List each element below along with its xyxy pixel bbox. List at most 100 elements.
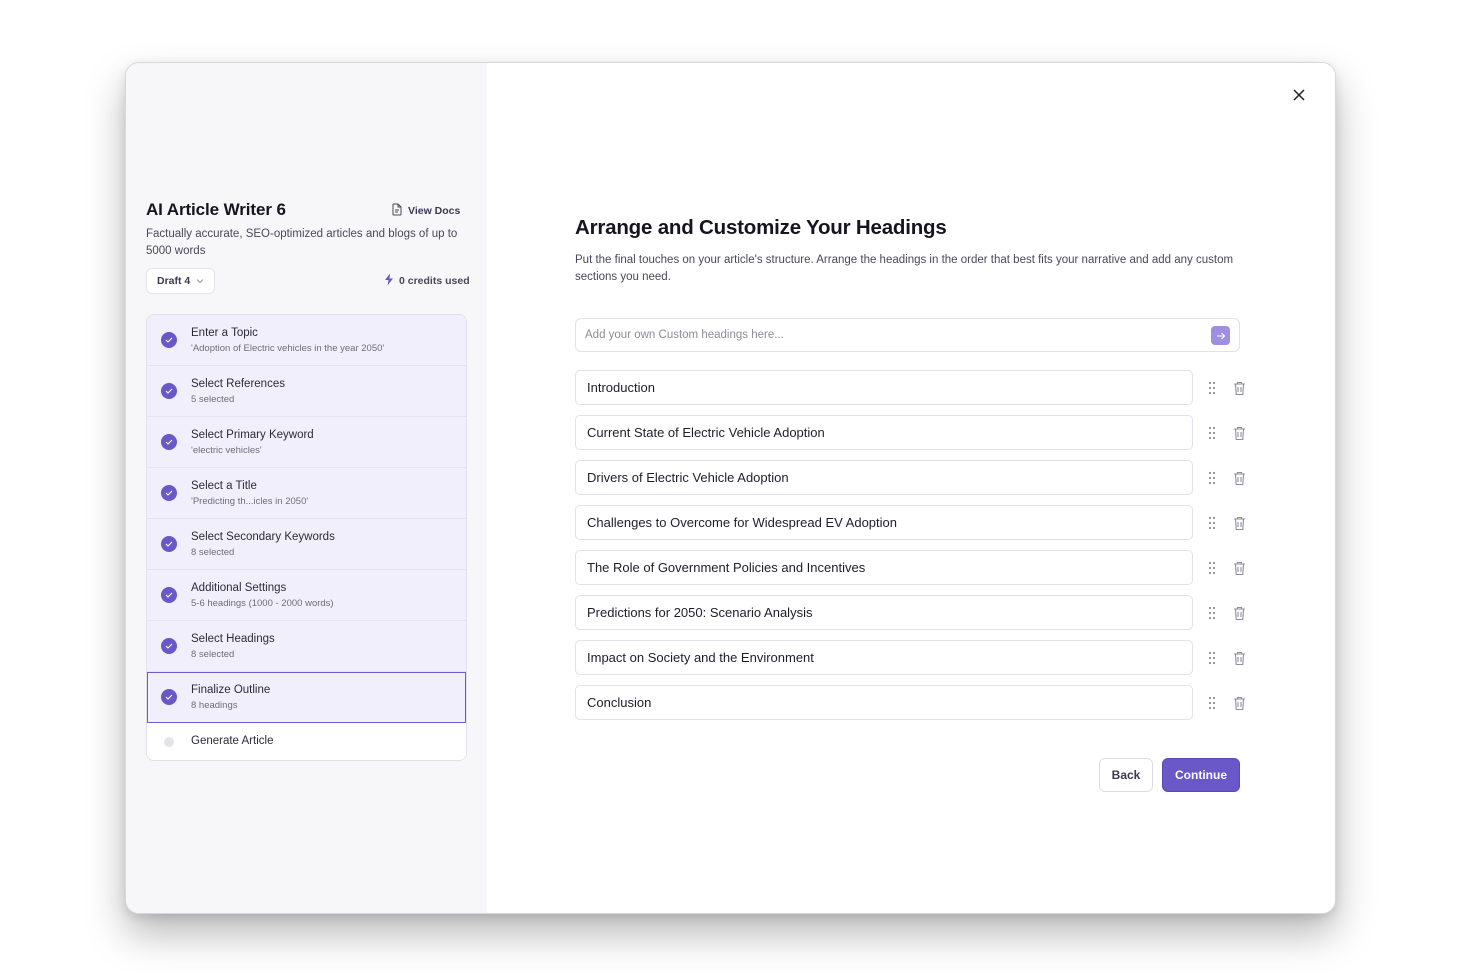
step-text: Select Secondary Keywords 8 selected <box>191 530 335 559</box>
check-icon <box>161 332 177 348</box>
heading-row: Challenges to Overcome for Widespread EV… <box>575 505 1265 550</box>
page-description: Put the final touches on your article's … <box>575 254 1234 283</box>
trash-icon[interactable] <box>1231 649 1247 667</box>
step-text: Finalize Outline 8 headings <box>191 683 270 712</box>
step-list: Enter a Topic 'Adoption of Electric vehic… <box>146 314 467 761</box>
step-item[interactable]: Generate Article <box>147 723 466 760</box>
arrow-right-icon <box>1216 327 1226 345</box>
drag-handle-icon[interactable] <box>1205 650 1219 666</box>
step-subtitle: 'electric vehicles' <box>191 445 262 456</box>
check-icon <box>161 485 177 501</box>
drag-handle-icon[interactable] <box>1205 425 1219 441</box>
step-item[interactable]: Select Headings 8 selected <box>147 621 466 672</box>
drag-handle-icon[interactable] <box>1205 560 1219 576</box>
heading-row: Impact on Society and the Environment <box>575 640 1265 685</box>
heading-field[interactable]: Drivers of Electric Vehicle Adoption <box>575 460 1193 495</box>
step-title: Select Secondary Keywords <box>191 531 335 543</box>
heading-field[interactable]: The Role of Government Policies and Ince… <box>575 550 1193 585</box>
step-subtitle: 5 selected <box>191 394 235 405</box>
credits-indicator: 0 credits used <box>384 273 470 289</box>
heading-field[interactable]: Current State of Electric Vehicle Adopti… <box>575 415 1193 450</box>
step-title: Additional Settings <box>191 582 287 594</box>
continue-button[interactable]: Continue <box>1162 758 1240 792</box>
check-icon <box>161 383 177 399</box>
step-subtitle: 8 selected <box>191 649 235 660</box>
view-docs-link[interactable]: View Docs <box>391 203 460 219</box>
check-icon <box>161 536 177 552</box>
trash-icon[interactable] <box>1231 559 1247 577</box>
sidebar-title: AI Article Writer 6 <box>146 200 286 219</box>
heading-row: Predictions for 2050: Scenario Analysis <box>575 595 1265 640</box>
page-title: Arrange and Customize Your Headings <box>575 216 947 239</box>
document-icon <box>391 203 403 219</box>
step-text: Enter a Topic 'Adoption of Electric vehic… <box>191 326 384 355</box>
step-subtitle: 'Predicting th...icles in 2050' <box>191 496 309 507</box>
heading-field[interactable]: Impact on Society and the Environment <box>575 640 1193 675</box>
step-title: Select Headings <box>191 633 275 645</box>
sidebar-description: Factually accurate, SEO-optimized articl… <box>146 228 458 257</box>
view-docs-label: View Docs <box>408 205 461 217</box>
trash-icon[interactable] <box>1231 694 1247 712</box>
step-text: Select References 5 selected <box>191 377 285 406</box>
heading-list: Introduction Current State of Electric Ve… <box>575 370 1265 730</box>
check-icon <box>161 587 177 603</box>
step-title: Enter a Topic <box>191 327 258 339</box>
main-panel: Arrange and Customize Your Headings Put … <box>487 63 1335 913</box>
step-title: Select References <box>191 378 285 390</box>
check-icon <box>161 689 177 705</box>
draft-dropdown[interactable]: Draft 4 <box>146 268 216 294</box>
step-subtitle: 5-6 headings (1000 - 2000 words) <box>191 598 334 609</box>
step-text: Additional Settings 5-6 headings (1000 - … <box>191 581 334 610</box>
sidebar: AI Article Writer 6 View Docs Factually … <box>126 63 487 913</box>
step-text: Generate Article <box>191 734 273 749</box>
step-item[interactable]: Finalize Outline 8 headings <box>147 672 466 723</box>
step-subtitle: 'Adoption of Electric vehicles in the ye… <box>191 343 385 354</box>
step-item[interactable]: Select a Title 'Predicting th...icles in … <box>147 468 466 519</box>
close-icon <box>1293 88 1305 106</box>
step-text: Select Primary Keyword 'electric vehicles… <box>191 428 314 457</box>
heading-row: The Role of Government Policies and Ince… <box>575 550 1265 595</box>
step-text: Select Headings 8 selected <box>191 632 275 661</box>
step-subtitle: 8 selected <box>191 547 235 558</box>
step-item[interactable]: Select References 5 selected <box>147 366 466 417</box>
step-item[interactable]: Additional Settings 5-6 headings (1000 - … <box>147 570 466 621</box>
heading-field[interactable]: Introduction <box>575 370 1193 405</box>
step-text: Select a Title 'Predicting th...icles in … <box>191 479 308 508</box>
step-title: Select Primary Keyword <box>191 429 314 441</box>
drag-handle-icon[interactable] <box>1205 380 1219 396</box>
drag-handle-icon[interactable] <box>1205 515 1219 531</box>
heading-row: Conclusion <box>575 685 1265 730</box>
close-button[interactable] <box>1287 85 1311 109</box>
drag-handle-icon[interactable] <box>1205 605 1219 621</box>
trash-icon[interactable] <box>1231 469 1247 487</box>
step-title: Finalize Outline <box>191 684 271 696</box>
step-item[interactable]: Select Primary Keyword 'electric vehicles… <box>147 417 466 468</box>
custom-heading-field <box>575 318 1240 352</box>
pending-dot-icon <box>164 736 174 747</box>
check-icon <box>161 638 177 654</box>
step-title: Select a Title <box>191 480 257 492</box>
heading-row: Introduction <box>575 370 1265 415</box>
step-title: Generate Article <box>191 735 274 747</box>
heading-row: Drivers of Electric Vehicle Adoption <box>575 460 1265 505</box>
trash-icon[interactable] <box>1231 379 1247 397</box>
custom-heading-input[interactable] <box>576 319 1176 351</box>
trash-icon[interactable] <box>1231 604 1247 622</box>
back-button[interactable]: Back <box>1099 758 1153 792</box>
credits-label: 0 credits used <box>399 275 470 287</box>
step-item[interactable]: Enter a Topic 'Adoption of Electric vehic… <box>147 315 466 366</box>
heading-row: Current State of Electric Vehicle Adopti… <box>575 415 1265 460</box>
article-writer-modal: AI Article Writer 6 View Docs Factually … <box>125 62 1336 914</box>
heading-field[interactable]: Conclusion <box>575 685 1193 720</box>
step-subtitle: 8 headings <box>191 700 238 711</box>
add-heading-button[interactable] <box>1211 326 1230 345</box>
drag-handle-icon[interactable] <box>1205 695 1219 711</box>
check-icon <box>161 434 177 450</box>
step-item[interactable]: Select Secondary Keywords 8 selected <box>147 519 466 570</box>
lightning-icon <box>384 273 394 289</box>
trash-icon[interactable] <box>1231 514 1247 532</box>
trash-icon[interactable] <box>1231 424 1247 442</box>
drag-handle-icon[interactable] <box>1205 470 1219 486</box>
heading-field[interactable]: Challenges to Overcome for Widespread EV… <box>575 505 1193 540</box>
heading-field[interactable]: Predictions for 2050: Scenario Analysis <box>575 595 1193 630</box>
